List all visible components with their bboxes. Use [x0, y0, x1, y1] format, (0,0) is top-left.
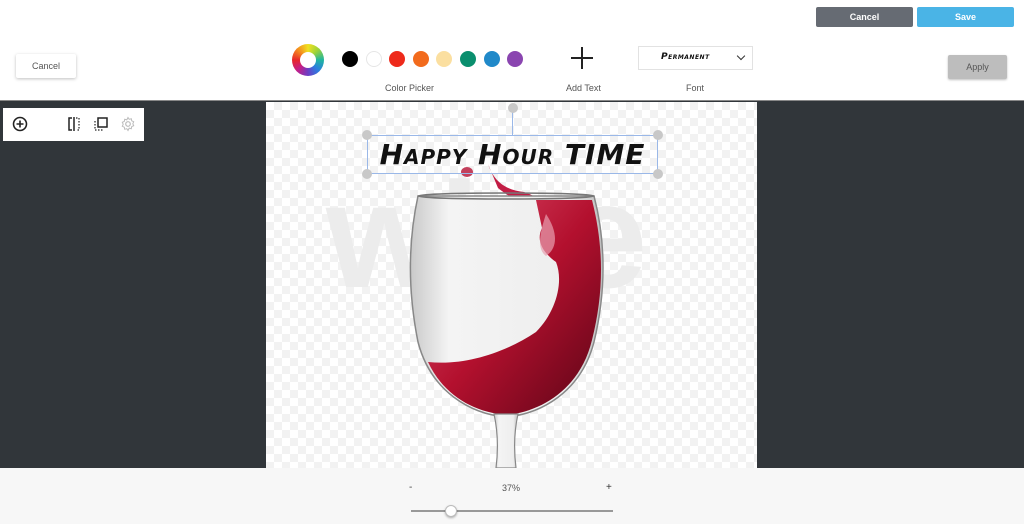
text-layer-selection[interactable]: Happy Hour TIME: [367, 135, 658, 174]
add-text-label: Add Text: [566, 83, 601, 93]
add-layer-icon[interactable]: [12, 116, 28, 132]
zoom-slider-thumb[interactable]: [445, 505, 458, 517]
wine-glass-image: [409, 164, 604, 468]
zoom-in-button[interactable]: +: [606, 482, 612, 493]
rotate-line: [512, 112, 513, 135]
add-text-icon[interactable]: [571, 47, 593, 69]
color-swatch-orange[interactable]: [412, 51, 429, 67]
text-layer[interactable]: Happy Hour TIME: [368, 138, 657, 172]
text-toolbar: Cancel Color Picker Add Text Permanent F…: [0, 35, 1024, 100]
layer-order-icon[interactable]: [93, 116, 109, 132]
color-swatch-red[interactable]: [389, 51, 406, 67]
color-swatch-black[interactable]: [342, 51, 358, 67]
color-wheel-icon[interactable]: [292, 44, 324, 76]
color-swatch-cream[interactable]: [436, 51, 453, 67]
zoom-out-button[interactable]: -: [409, 482, 412, 493]
apply-button[interactable]: Apply: [948, 55, 1007, 79]
resize-handle-bottom-left[interactable]: [362, 169, 372, 179]
resize-handle-top-left[interactable]: [362, 130, 372, 140]
font-label: Font: [686, 83, 705, 93]
resize-handle-bottom-right[interactable]: [653, 169, 663, 179]
toolbar-cancel-button[interactable]: Cancel: [16, 54, 76, 78]
cancel-button[interactable]: Cancel: [816, 7, 913, 27]
zoom-value: 37%: [502, 483, 521, 493]
zoom-slider-track[interactable]: [411, 510, 613, 512]
workspace: wine: [0, 100, 1024, 468]
image-editor: Cancel Save Cancel Color Picker Add Text…: [0, 0, 1024, 524]
flip-icon[interactable]: [66, 116, 82, 132]
settings-icon[interactable]: [120, 116, 136, 132]
zoom-bar: - 37% +: [0, 468, 1024, 524]
resize-handle-top-right[interactable]: [653, 130, 663, 140]
font-select-value: Permanent: [661, 52, 710, 62]
color-swatch-white[interactable]: [365, 51, 382, 67]
color-picker-label: Color Picker: [385, 83, 435, 93]
font-select[interactable]: Permanent: [638, 46, 753, 70]
image-canvas[interactable]: wine: [266, 102, 757, 468]
color-swatch-purple[interactable]: [507, 51, 524, 67]
rotate-handle[interactable]: [508, 103, 518, 113]
color-swatch-green[interactable]: [460, 51, 476, 67]
chevron-down-icon: [736, 51, 746, 61]
layer-tools-panel: [3, 108, 144, 141]
save-button[interactable]: Save: [917, 7, 1014, 27]
color-swatch-blue[interactable]: [483, 51, 500, 67]
